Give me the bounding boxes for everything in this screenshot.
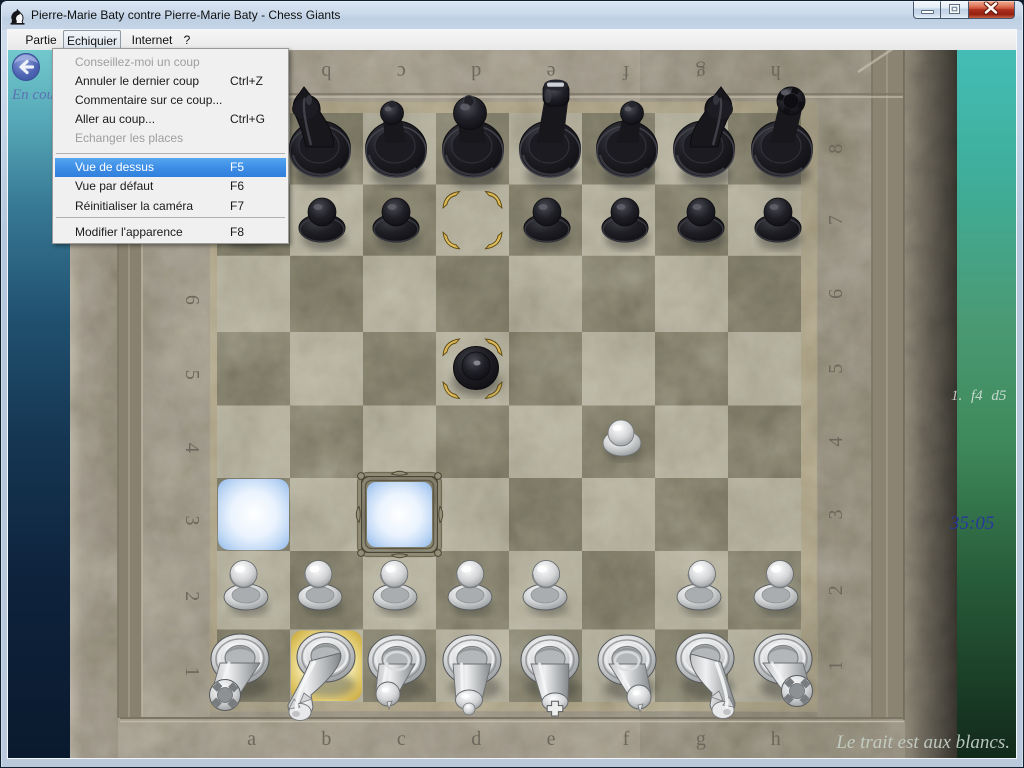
svg-text:b: b — [321, 61, 331, 83]
svg-text:3: 3 — [181, 516, 203, 526]
svg-text:h: h — [771, 61, 781, 83]
svg-text:6: 6 — [181, 295, 203, 305]
svg-text:8: 8 — [825, 144, 847, 154]
svg-text:6: 6 — [825, 289, 847, 299]
svg-text:b: b — [321, 728, 331, 750]
svg-text:2: 2 — [181, 591, 203, 601]
svg-text:Le trait est aux blancs.: Le trait est aux blancs. — [835, 732, 1010, 753]
svg-text:7: 7 — [825, 215, 847, 225]
svg-text:4: 4 — [825, 437, 847, 447]
svg-text:35:05: 35:05 — [949, 513, 994, 534]
svg-text:f: f — [623, 728, 630, 750]
svg-text:c: c — [397, 61, 406, 83]
svg-text:g: g — [696, 61, 706, 83]
svg-text:a: a — [247, 728, 256, 750]
svg-text:5: 5 — [825, 364, 847, 374]
svg-text:e: e — [547, 728, 556, 750]
svg-text:1. f4 d5: 1. f4 d5 — [951, 388, 1007, 404]
svg-text:g: g — [696, 728, 706, 750]
svg-text:h: h — [771, 728, 781, 750]
svg-text:3: 3 — [825, 510, 847, 520]
svg-text:c: c — [397, 728, 406, 750]
svg-text:1: 1 — [825, 661, 847, 671]
svg-text:d: d — [471, 728, 481, 750]
svg-text:f: f — [622, 61, 629, 83]
svg-text:d: d — [471, 61, 481, 83]
svg-text:2: 2 — [825, 585, 847, 595]
svg-text:5: 5 — [181, 370, 203, 380]
svg-text:4: 4 — [181, 443, 203, 453]
svg-text:1: 1 — [181, 667, 203, 677]
